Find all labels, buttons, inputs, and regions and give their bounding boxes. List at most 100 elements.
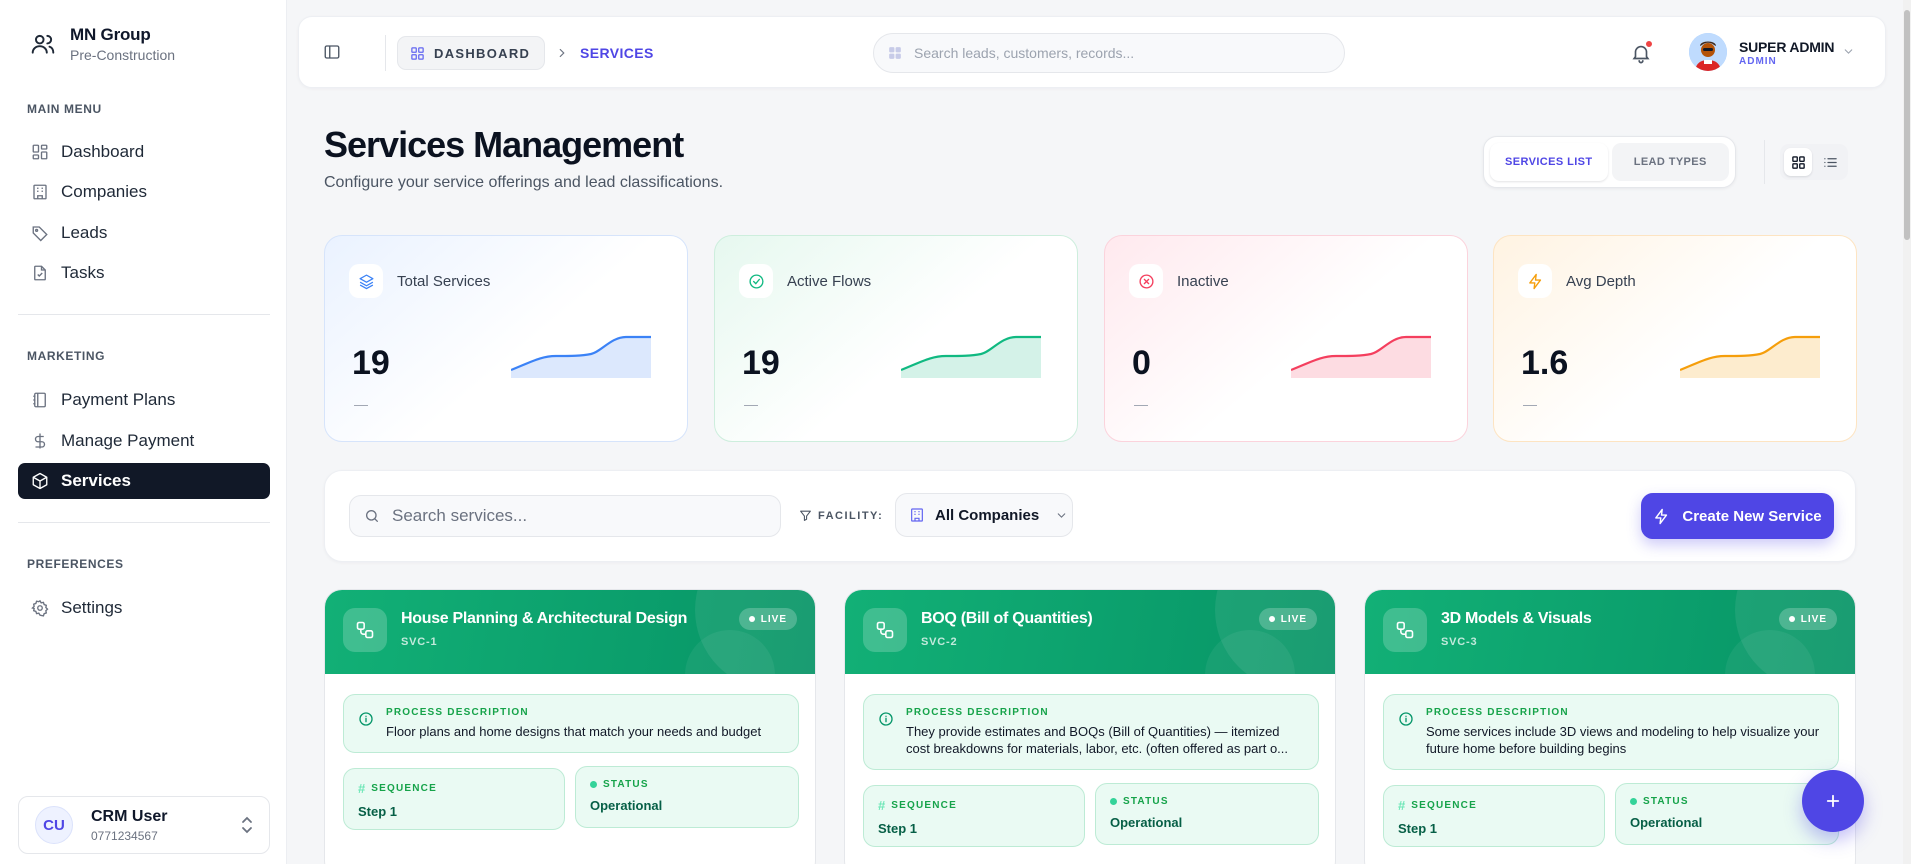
hash-icon: #	[1398, 798, 1406, 813]
filter-icon	[800, 510, 811, 521]
service-card[interactable]: BOQ (Bill of Quantities) SVC-2 LIVE PROC…	[844, 589, 1336, 864]
badge-label: LIVE	[760, 613, 787, 625]
scrollbar-thumb[interactable]	[1904, 10, 1910, 240]
global-search-input[interactable]: Search leads, customers, records...	[873, 33, 1345, 73]
card-header: House Planning & Architectural Design SV…	[325, 590, 815, 674]
sidebar-item-dashboard[interactable]: Dashboard	[18, 134, 270, 170]
card-header: 3D Models & Visuals SVC-3 LIVE	[1365, 590, 1855, 674]
status-box: STATUS Operational	[575, 766, 799, 828]
sequence-label: SEQUENCE	[371, 783, 437, 794]
sidebar-divider	[18, 314, 270, 315]
sequence-value: Step 1	[358, 804, 398, 819]
status-badge: LIVE	[738, 608, 797, 630]
info-icon	[879, 712, 893, 726]
description-text: Floor plans and home designs that match …	[386, 724, 762, 739]
service-card[interactable]: House Planning & Architectural Design SV…	[324, 589, 816, 864]
workflow-icon	[1383, 608, 1427, 652]
add-fab-button[interactable]	[1802, 770, 1864, 832]
card-header: BOQ (Bill of Quantities) SVC-2 LIVE	[845, 590, 1335, 674]
sidebar-toggle-icon[interactable]	[323, 43, 341, 61]
sidebar-item-label: Companies	[61, 182, 147, 201]
dollar-icon	[34, 433, 46, 449]
search-icon	[366, 510, 378, 522]
hash-icon: #	[878, 798, 886, 813]
top-bar: DASHBOARD SERVICES Search leads, custome…	[298, 16, 1886, 88]
breadcrumb-dashboard[interactable]: DASHBOARD	[397, 36, 546, 70]
status-value: Operational	[1110, 815, 1183, 830]
service-title: House Planning & Architectural Design	[401, 610, 688, 627]
facility-label-text: FACILITY:	[818, 509, 884, 522]
sidebar-item-label: Services	[61, 471, 131, 490]
list-icon	[1823, 157, 1837, 167]
status-label: STATUS	[1643, 796, 1689, 807]
stat-value: 19	[742, 344, 780, 382]
sidebar-item-label: Dashboard	[61, 142, 145, 161]
admin-name[interactable]: SUPER ADMIN	[1739, 39, 1834, 55]
stat-value: 1.6	[1521, 344, 1569, 382]
divider	[1764, 140, 1765, 184]
tab-lead-types[interactable]: LEAD TYPES	[1611, 143, 1729, 181]
scrollbar[interactable]	[1903, 0, 1911, 864]
building-icon	[33, 184, 47, 200]
sequence-box: # SEQUENCE Step 1	[343, 768, 565, 830]
plus-icon	[1826, 794, 1840, 808]
status-box: STATUS Operational	[1095, 783, 1319, 845]
sequence-value: Step 1	[1398, 821, 1438, 836]
service-card[interactable]: 3D Models & Visuals SVC-3 LIVE PROCESS D…	[1364, 589, 1856, 864]
sidebar-item-settings[interactable]: Settings	[18, 590, 270, 626]
create-service-label: Create New Service	[1682, 507, 1822, 525]
description-label: PROCESS DESCRIPTION	[386, 707, 529, 718]
badge-label: LIVE	[1280, 613, 1307, 625]
stat-label: Inactive	[1177, 273, 1229, 290]
facility-label: FACILITY:	[799, 509, 883, 522]
breadcrumb-current: SERVICES	[580, 45, 654, 61]
sidebar-item-payment-plans[interactable]: Payment Plans	[18, 382, 270, 418]
grid-view-button[interactable]	[1784, 148, 1812, 176]
stat-value: 19	[352, 344, 390, 382]
service-title: BOQ (Bill of Quantities)	[921, 610, 1093, 627]
sidebar-item-services[interactable]: Services	[18, 463, 270, 499]
user-name: CRM User	[91, 807, 168, 825]
facility-select[interactable]: All Companies	[895, 493, 1073, 537]
avatar[interactable]	[1689, 33, 1727, 71]
grid-icon	[1791, 155, 1805, 169]
sequence-box: # SEQUENCE Step 1	[863, 785, 1085, 847]
stat-trend: —	[1134, 396, 1148, 412]
sparkline	[1291, 335, 1431, 378]
sidebar-item-manage-payment[interactable]: Manage Payment	[18, 423, 270, 459]
create-service-button[interactable]: Create New Service	[1641, 493, 1834, 539]
status-badge: LIVE	[1258, 608, 1317, 630]
sidebar-item-tasks[interactable]: Tasks	[18, 255, 270, 291]
service-search-input[interactable]: Search services...	[349, 495, 781, 537]
box-icon	[32, 472, 48, 490]
status-label: STATUS	[1123, 796, 1169, 807]
process-description: PROCESS DESCRIPTION Some services includ…	[1383, 694, 1839, 770]
service-code: SVC-2	[921, 636, 958, 648]
notebook-icon	[33, 392, 46, 408]
stat-card-inactive: Inactive 0 —	[1104, 235, 1468, 442]
status-dot	[590, 781, 597, 788]
user-avatar: CU	[35, 806, 73, 844]
list-view-button[interactable]	[1816, 148, 1844, 176]
stat-label: Active Flows	[787, 273, 872, 290]
sidebar-item-companies[interactable]: Companies	[18, 174, 270, 210]
description-text: They provide estimates and BOQs (Bill of…	[906, 724, 1289, 756]
sidebar-item-label: Settings	[61, 598, 123, 617]
brand[interactable]: MN Group Pre-Construction	[30, 25, 175, 63]
chevron-down-icon[interactable]	[1842, 45, 1855, 58]
status-badge: LIVE	[1778, 608, 1837, 630]
divider	[385, 35, 386, 71]
stat-trend: —	[1523, 396, 1537, 412]
service-code: SVC-1	[401, 636, 438, 648]
chevron-right-icon	[559, 48, 565, 58]
tab-services-list[interactable]: SERVICES LIST	[1490, 143, 1608, 181]
grid-icon	[889, 47, 901, 59]
section-marketing: MARKETING	[27, 349, 106, 363]
stat-value: 0	[1132, 344, 1151, 382]
service-title: 3D Models & Visuals	[1441, 610, 1592, 627]
description-text: Some services include 3D views and model…	[1426, 724, 1820, 756]
user-card[interactable]: CU CRM User 0771234567	[18, 796, 270, 854]
sidebar-item-leads[interactable]: Leads	[18, 215, 270, 251]
grid-icon	[411, 46, 424, 60]
user-phone: 0771234567	[91, 828, 158, 843]
